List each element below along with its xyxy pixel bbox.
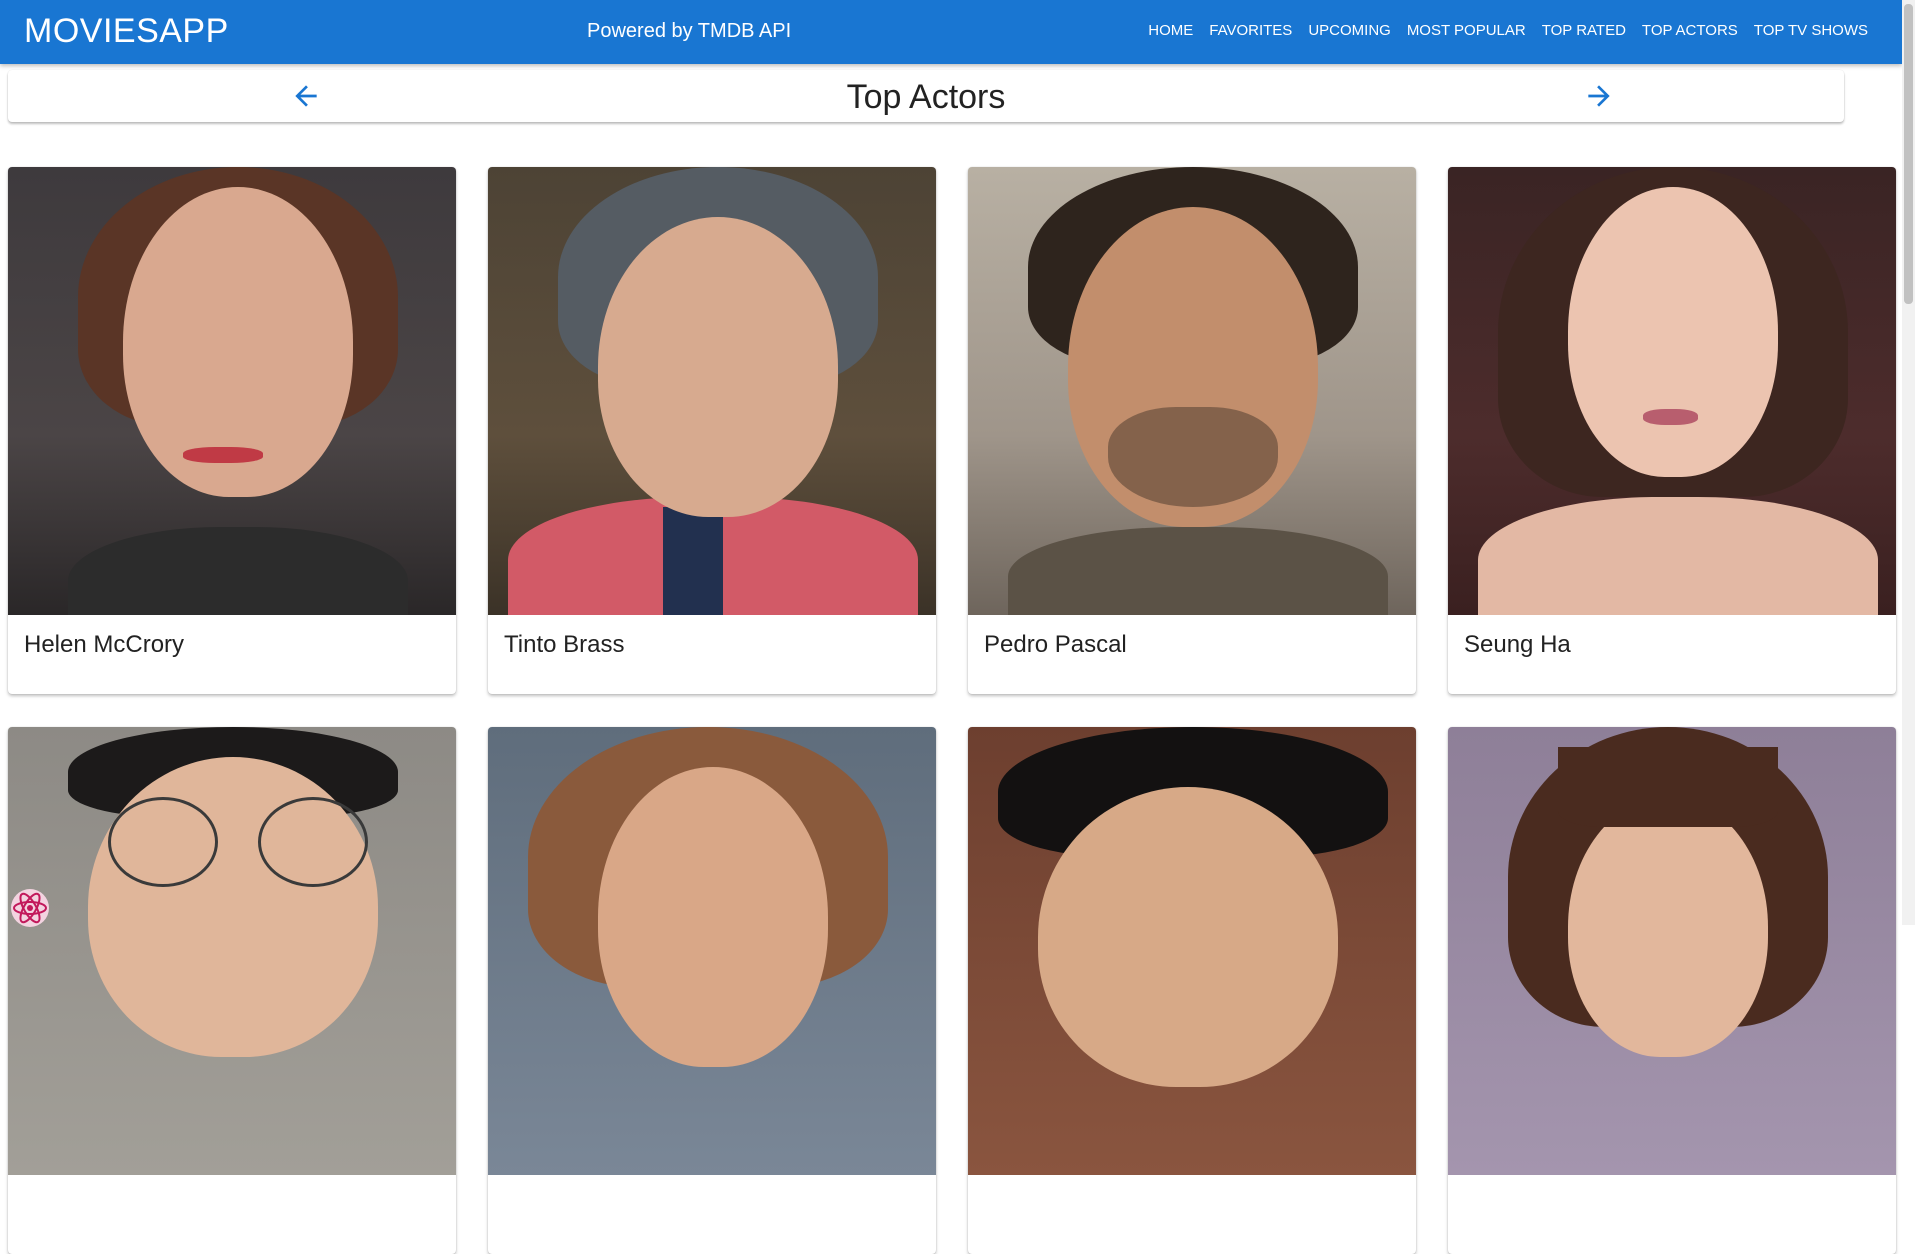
nav-item-top-actors[interactable]: TOP ACTORS: [1634, 22, 1746, 39]
app-brand[interactable]: MOVIESAPP: [24, 12, 229, 51]
actor-name: Tinto Brass: [504, 631, 625, 658]
actor-name: Pedro Pascal: [984, 631, 1127, 658]
actor-card[interactable]: Tinto Brass: [488, 167, 936, 694]
actor-card[interactable]: Pedro Pascal: [968, 167, 1416, 694]
actor-card[interactable]: [968, 727, 1416, 1254]
arrow-forward-icon: [1588, 85, 1610, 107]
page-header: Top Actors: [8, 70, 1844, 122]
actor-photo: [968, 727, 1416, 1175]
actor-photo: [1448, 167, 1896, 615]
nav-item-most-popular[interactable]: MOST POPULAR: [1399, 22, 1534, 39]
actor-photo: [8, 167, 456, 615]
powered-by-text: Powered by TMDB API: [587, 20, 792, 42]
page-title: Top Actors: [846, 78, 1006, 116]
actor-photo: [488, 167, 936, 615]
actor-card[interactable]: [488, 727, 936, 1254]
actor-card[interactable]: Seung Ha: [1448, 167, 1896, 694]
page-scrollbar[interactable]: [1902, 0, 1915, 925]
nav-item-top-tv-shows[interactable]: TOP TV SHOWS: [1746, 22, 1876, 39]
actor-photo: [1448, 727, 1896, 1175]
actor-name: Helen McCrory: [24, 631, 185, 658]
nav-item-favorites[interactable]: FAVORITES: [1201, 22, 1300, 39]
forward-button[interactable]: [1583, 80, 1615, 112]
app-bar: MOVIESAPP Powered by TMDB API HOME FAVOR…: [0, 0, 1902, 64]
actor-photo: [488, 727, 936, 1175]
nav-item-upcoming[interactable]: UPCOMING: [1300, 22, 1399, 39]
nav-item-home[interactable]: HOME: [1140, 22, 1201, 39]
react-devtools-icon[interactable]: [10, 888, 50, 928]
actor-name: Seung Ha: [1464, 631, 1571, 658]
nav-item-top-rated[interactable]: TOP RATED: [1534, 22, 1634, 39]
main-nav: HOME FAVORITES UPCOMING MOST POPULAR TOP…: [1140, 22, 1876, 39]
actor-card[interactable]: Helen McCrory: [8, 167, 456, 694]
actor-card[interactable]: [1448, 727, 1896, 1254]
actor-card[interactable]: [8, 727, 456, 1254]
scrollbar-thumb[interactable]: [1904, 4, 1913, 304]
actor-photo: [968, 167, 1416, 615]
actor-photo: [8, 727, 456, 1175]
